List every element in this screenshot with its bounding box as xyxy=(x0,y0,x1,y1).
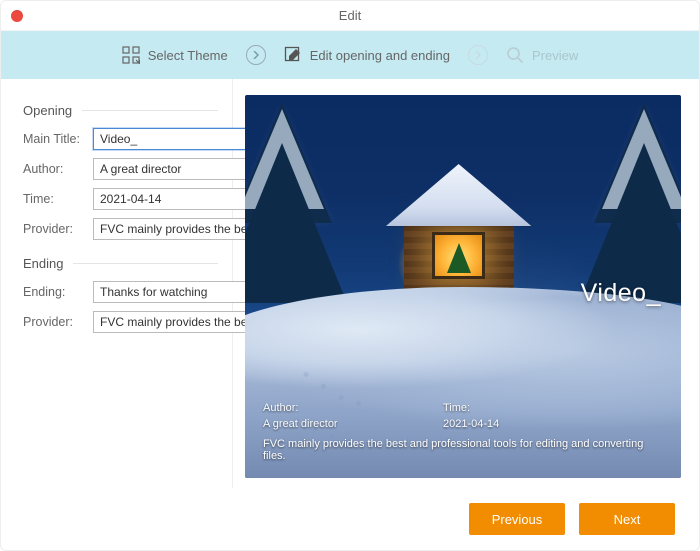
content-area: Opening Main Title: Author: Time: Provid… xyxy=(1,79,699,488)
search-icon xyxy=(506,46,524,64)
overlay-meta: Author: A great director Time: 2021-04-1… xyxy=(245,390,681,478)
time-row: Time: xyxy=(23,188,218,210)
overlay-provider: FVC mainly provides the best and profess… xyxy=(263,438,663,462)
previous-button[interactable]: Previous xyxy=(469,503,565,535)
overlay-author-label: Author: xyxy=(263,402,383,414)
heading-text: Ending xyxy=(23,256,63,271)
cabin-decoration xyxy=(393,164,524,294)
preview-image: Video_ Author: A great director Time: 20… xyxy=(245,95,681,478)
time-label: Time: xyxy=(23,192,87,206)
chevron-right-icon xyxy=(246,45,266,65)
provider-label: Provider: xyxy=(23,222,87,236)
overlay-author-value: A great director xyxy=(263,418,383,430)
step-preview[interactable]: Preview xyxy=(506,46,578,64)
titlebar: Edit xyxy=(1,1,699,31)
step-edit-opening-ending[interactable]: Edit opening and ending xyxy=(284,46,450,64)
overlay-time-value: 2021-04-14 xyxy=(443,418,563,430)
chevron-right-icon xyxy=(468,45,488,65)
edit-icon xyxy=(284,46,302,64)
provider-row: Provider: xyxy=(23,218,218,240)
step-label: Preview xyxy=(532,48,578,63)
heading-text: Opening xyxy=(23,103,72,118)
next-button[interactable]: Next xyxy=(579,503,675,535)
theme-grid-icon xyxy=(122,46,140,64)
opening-heading: Opening xyxy=(23,103,218,118)
footer-buttons: Previous Next xyxy=(1,488,699,550)
author-label: Author: xyxy=(23,162,87,176)
ending-heading: Ending xyxy=(23,256,218,271)
author-row: Author: xyxy=(23,158,218,180)
main-title-row: Main Title: xyxy=(23,128,218,150)
step-select-theme[interactable]: Select Theme xyxy=(122,46,228,64)
ending-provider-row: Provider: xyxy=(23,311,218,333)
edit-window: Edit Select Theme Edit opening and endin… xyxy=(0,0,700,551)
overlay-title: Video_ xyxy=(581,279,661,308)
step-label: Select Theme xyxy=(148,48,228,63)
window-title: Edit xyxy=(1,8,699,23)
overlay-time-label: Time: xyxy=(443,402,563,414)
ending-label: Ending: xyxy=(23,285,87,299)
step-label: Edit opening and ending xyxy=(310,48,450,63)
ending-row: Ending: xyxy=(23,281,218,303)
form-sidebar: Opening Main Title: Author: Time: Provid… xyxy=(1,79,233,488)
preview-pane: Video_ Author: A great director Time: 20… xyxy=(233,79,699,488)
main-title-label: Main Title: xyxy=(23,132,87,146)
step-bar: Select Theme Edit opening and ending Pre… xyxy=(1,31,699,79)
ending-provider-label: Provider: xyxy=(23,315,87,329)
